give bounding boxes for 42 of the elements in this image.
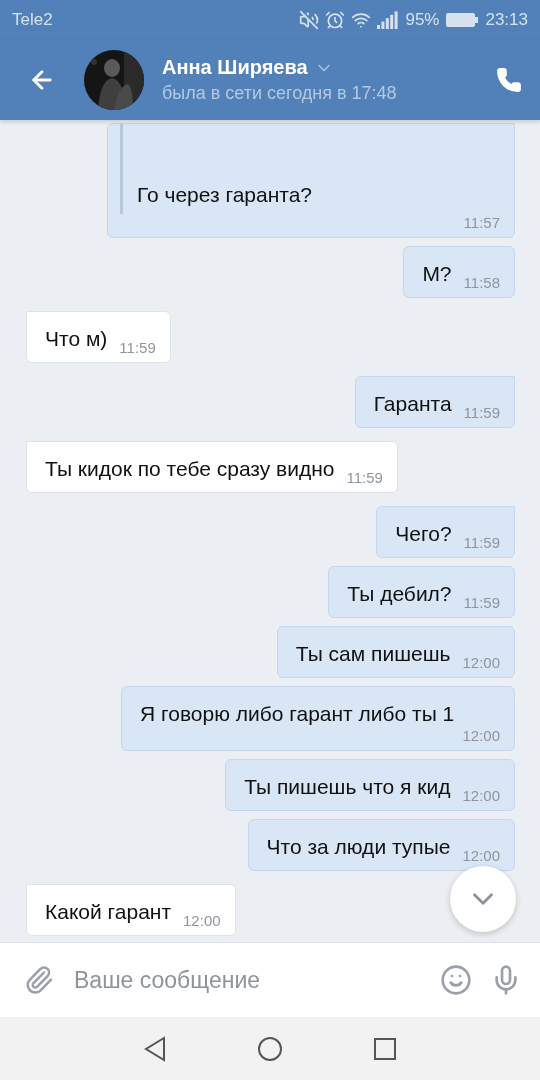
battery-percent: 95% xyxy=(405,10,440,30)
call-button[interactable] xyxy=(496,67,522,93)
message-time: 11:59 xyxy=(463,594,500,611)
message-time: 12:00 xyxy=(183,912,221,929)
message-text: Я говорю либо гарант либо ты 1 xyxy=(140,701,455,727)
message-text: Ты кидок по тебе сразу видно xyxy=(45,456,335,482)
message-time: 12:00 xyxy=(462,727,500,744)
message-text: Ты дебил? xyxy=(347,581,452,607)
message-time: 11:58 xyxy=(463,274,500,291)
signal-icon xyxy=(377,11,400,29)
message-text: М? xyxy=(422,261,452,287)
message-text: Чего? xyxy=(395,521,452,547)
home-nav-icon[interactable] xyxy=(257,1035,283,1062)
mute-icon xyxy=(299,10,320,30)
message-text: Гаранта xyxy=(373,391,452,417)
message-text: Го через гаранта? xyxy=(137,183,313,206)
message-time: 12:00 xyxy=(462,787,500,804)
message-time: 11:59 xyxy=(346,469,383,486)
recents-nav-icon[interactable] xyxy=(373,1036,397,1061)
message-input[interactable]: Ваше сообщение xyxy=(72,965,422,995)
carrier-name: Tele2 xyxy=(12,10,53,30)
alarm-icon xyxy=(325,10,346,30)
message-time: 11:57 xyxy=(463,214,500,231)
battery-icon xyxy=(445,12,480,28)
clock-time: 23:13 xyxy=(485,10,528,30)
message-time: 12:00 xyxy=(462,847,500,864)
message-text: Что м) xyxy=(45,326,108,352)
message-time: 12:00 xyxy=(462,654,500,671)
message-composer-bar[interactable]: Ваше сообщение xyxy=(0,942,540,1017)
attach-button[interactable] xyxy=(24,965,54,995)
message-time: 11:59 xyxy=(463,404,500,421)
message-text: Что за люди тупые xyxy=(266,834,451,860)
wifi-icon xyxy=(351,10,372,30)
message-text: Ты сам пишешь xyxy=(295,641,451,667)
last-seen-status: была в сети сегодня в 17:48 xyxy=(162,83,398,104)
emoji-button[interactable] xyxy=(440,964,472,996)
message-text: Ты пишешь что я кид xyxy=(244,774,451,800)
message-time: 11:59 xyxy=(463,534,500,551)
message-time: 11:59 xyxy=(119,339,156,356)
contact-name: Анна Ширяева xyxy=(162,56,308,79)
message-text: Какой гарант xyxy=(45,899,172,925)
back-nav-icon[interactable] xyxy=(143,1035,167,1062)
